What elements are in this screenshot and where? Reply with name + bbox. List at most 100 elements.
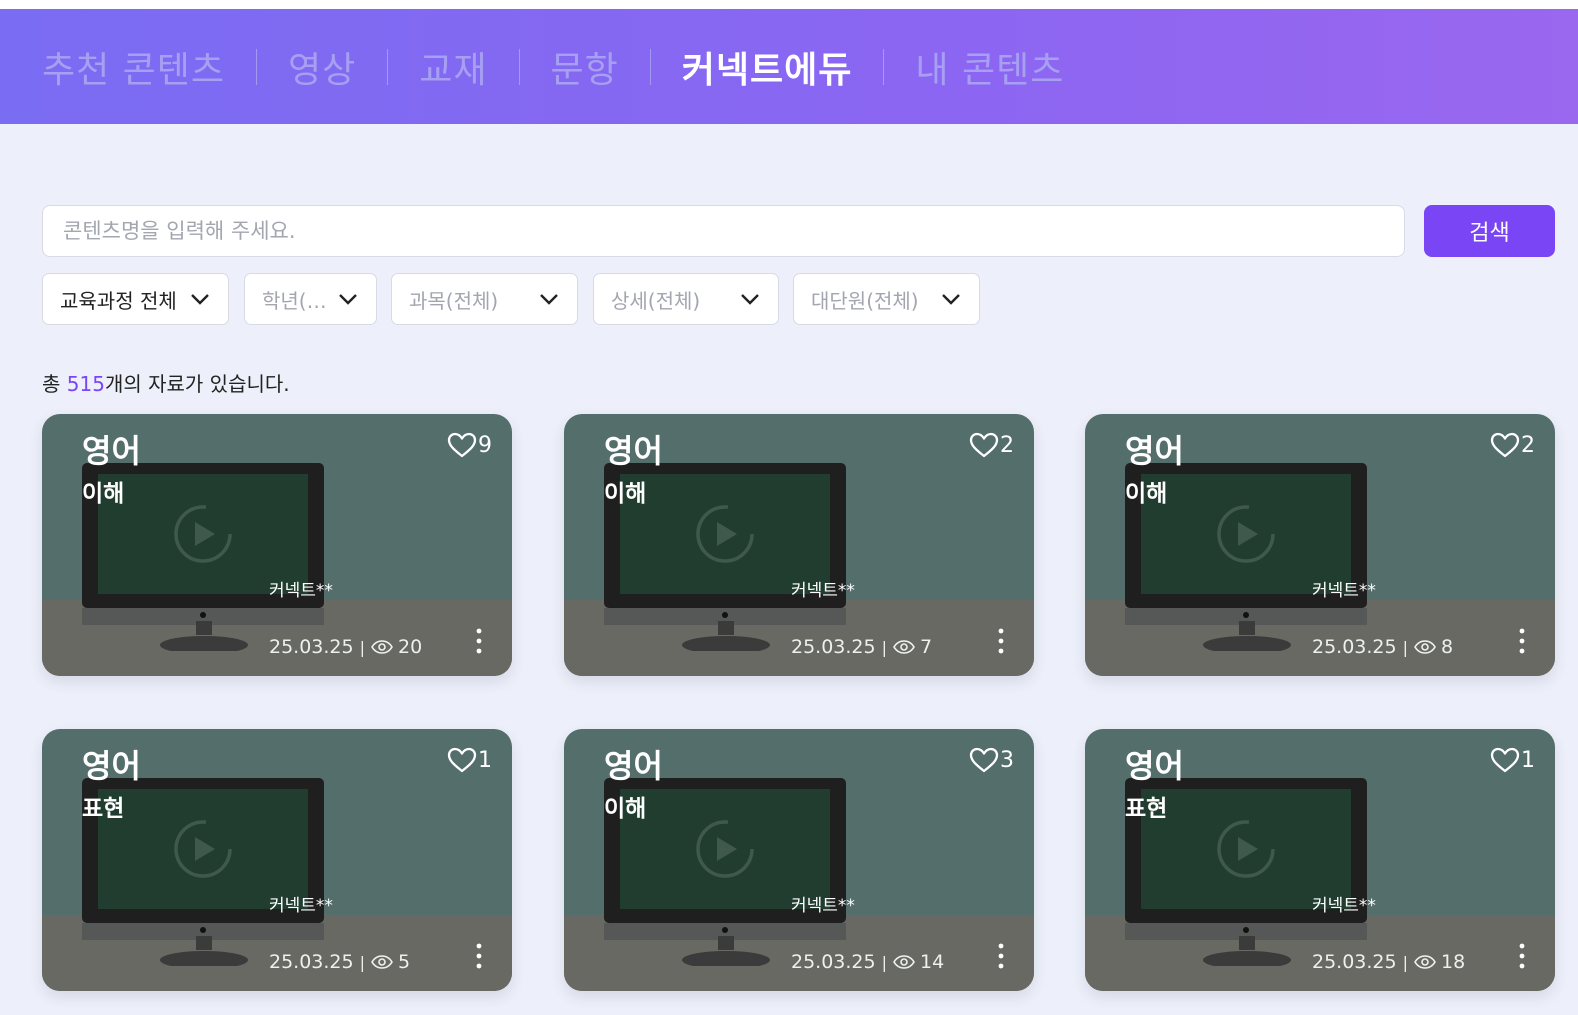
main-nav: 추천 콘텐츠 영상 교재 문항 커넥트에듀 내 콘텐츠 [42, 9, 1064, 124]
card-author: 커넥트** [269, 896, 333, 916]
card-author: 커넥트** [791, 896, 855, 916]
card-date: 25.03.25 [791, 636, 876, 658]
heart-outline-icon [1490, 432, 1520, 458]
nav-tab-my-contents[interactable]: 내 콘텐츠 [915, 41, 1064, 93]
eye-icon [1414, 640, 1436, 654]
filter-label: 과목(전체) [409, 288, 499, 313]
like-count: 1 [1521, 747, 1535, 773]
nav-tab-questions[interactable]: 문항 [551, 41, 619, 93]
chevron-down-icon [339, 294, 357, 305]
meta-divider: | [1402, 637, 1408, 657]
vertical-dots-icon[interactable] [996, 943, 1006, 969]
nav-separator [387, 48, 389, 85]
content-card[interactable]: 영어 이해 9 커넥트** 25.03.25 | 20 [42, 414, 512, 676]
top-strip [0, 0, 1578, 9]
card-category: 표현 [1125, 796, 1168, 822]
like-button[interactable]: 1 [1490, 747, 1535, 773]
monitor-stand [1203, 621, 1291, 651]
card-meta: 25.03.25 | 20 [269, 636, 422, 658]
like-button[interactable]: 2 [969, 432, 1014, 458]
card-views: 18 [1441, 951, 1466, 973]
vertical-dots-icon[interactable] [1517, 628, 1527, 654]
vertical-dots-icon[interactable] [1517, 943, 1527, 969]
card-date: 25.03.25 [1312, 951, 1397, 973]
vertical-dots-icon[interactable] [474, 943, 484, 969]
eye-icon [893, 955, 915, 969]
search-box [42, 205, 1405, 257]
card-subject: 영어 [1125, 747, 1184, 785]
chevron-down-icon [540, 294, 558, 305]
content-card[interactable]: 영어 표현 1 커넥트** 25.03.25 | 5 [42, 729, 512, 991]
card-subject: 영어 [604, 747, 663, 785]
card-meta: 25.03.25 | 7 [791, 636, 932, 658]
filter-subject[interactable]: 과목(전체) [391, 273, 578, 325]
card-date: 25.03.25 [269, 636, 354, 658]
card-subject: 영어 [82, 747, 141, 785]
card-subject: 영어 [1125, 432, 1184, 470]
card-meta: 25.03.25 | 18 [1312, 951, 1465, 973]
eye-icon [893, 640, 915, 654]
like-button[interactable]: 3 [969, 747, 1014, 773]
nav-tab-textbook[interactable]: 교재 [419, 41, 487, 93]
heart-outline-icon [1490, 747, 1520, 773]
result-count: 515 [66, 372, 105, 396]
card-category: 이해 [604, 481, 647, 507]
vertical-dots-icon[interactable] [474, 628, 484, 654]
card-author: 커넥트** [1312, 581, 1376, 601]
meta-divider: | [1402, 952, 1408, 972]
card-subject: 영어 [604, 432, 663, 470]
meta-divider: | [881, 952, 887, 972]
card-category: 이해 [82, 481, 125, 507]
monitor-stand [1203, 936, 1291, 966]
chevron-down-icon [191, 294, 209, 305]
like-button[interactable]: 2 [1490, 432, 1535, 458]
content-card[interactable]: 영어 표현 1 커넥트** 25.03.25 | 18 [1085, 729, 1555, 991]
nav-tab-video[interactable]: 영상 [288, 41, 356, 93]
filter-label: 교육과정 전체 [60, 288, 177, 313]
like-count: 9 [478, 432, 492, 458]
filter-label: 상세(전체) [611, 288, 701, 313]
eye-icon [371, 955, 393, 969]
card-views: 14 [920, 951, 945, 973]
like-button[interactable]: 9 [447, 432, 492, 458]
filter-unit[interactable]: 대단원(전체) [793, 273, 980, 325]
nav-separator [518, 48, 520, 85]
filter-curriculum[interactable]: 교육과정 전체 [42, 273, 229, 325]
header-bar: 추천 콘텐츠 영상 교재 문항 커넥트에듀 내 콘텐츠 [0, 9, 1578, 124]
card-author: 커넥트** [269, 581, 333, 601]
like-count: 1 [478, 747, 492, 773]
like-button[interactable]: 1 [447, 747, 492, 773]
search-button[interactable]: 검색 [1424, 205, 1555, 257]
heart-outline-icon [969, 747, 999, 773]
heart-outline-icon [969, 432, 999, 458]
eye-icon [1414, 955, 1436, 969]
card-date: 25.03.25 [1312, 636, 1397, 658]
heart-outline-icon [447, 747, 477, 773]
search-input[interactable] [43, 206, 1404, 256]
result-count-text: 총 515개의 자료가 있습니다. [42, 368, 290, 397]
result-suffix: 개의 자료가 있습니다. [104, 372, 290, 396]
eye-icon [371, 640, 393, 654]
content-card[interactable]: 영어 이해 2 커넥트** 25.03.25 | 7 [564, 414, 1034, 676]
like-count: 2 [1000, 432, 1014, 458]
meta-divider: | [359, 637, 365, 657]
card-views: 7 [920, 636, 933, 658]
card-subject: 영어 [82, 432, 141, 470]
filter-detail[interactable]: 상세(전체) [593, 273, 779, 325]
meta-divider: | [881, 637, 887, 657]
filter-grade[interactable]: 학년(… [244, 273, 377, 325]
nav-tab-connectedu[interactable]: 커넥트에듀 [682, 41, 853, 93]
content-card[interactable]: 영어 이해 3 커넥트** 25.03.25 | 14 [564, 729, 1034, 991]
card-views: 8 [1441, 636, 1454, 658]
nav-tab-recommended[interactable]: 추천 콘텐츠 [42, 41, 225, 93]
result-prefix: 총 [42, 372, 67, 396]
card-author: 커넥트** [1312, 896, 1376, 916]
card-meta: 25.03.25 | 14 [791, 951, 944, 973]
card-category: 이해 [1125, 481, 1168, 507]
content-card[interactable]: 영어 이해 2 커넥트** 25.03.25 | 8 [1085, 414, 1555, 676]
filter-label: 학년(… [262, 288, 327, 313]
monitor-stand [160, 936, 248, 966]
card-date: 25.03.25 [269, 951, 354, 973]
vertical-dots-icon[interactable] [996, 628, 1006, 654]
card-date: 25.03.25 [791, 951, 876, 973]
